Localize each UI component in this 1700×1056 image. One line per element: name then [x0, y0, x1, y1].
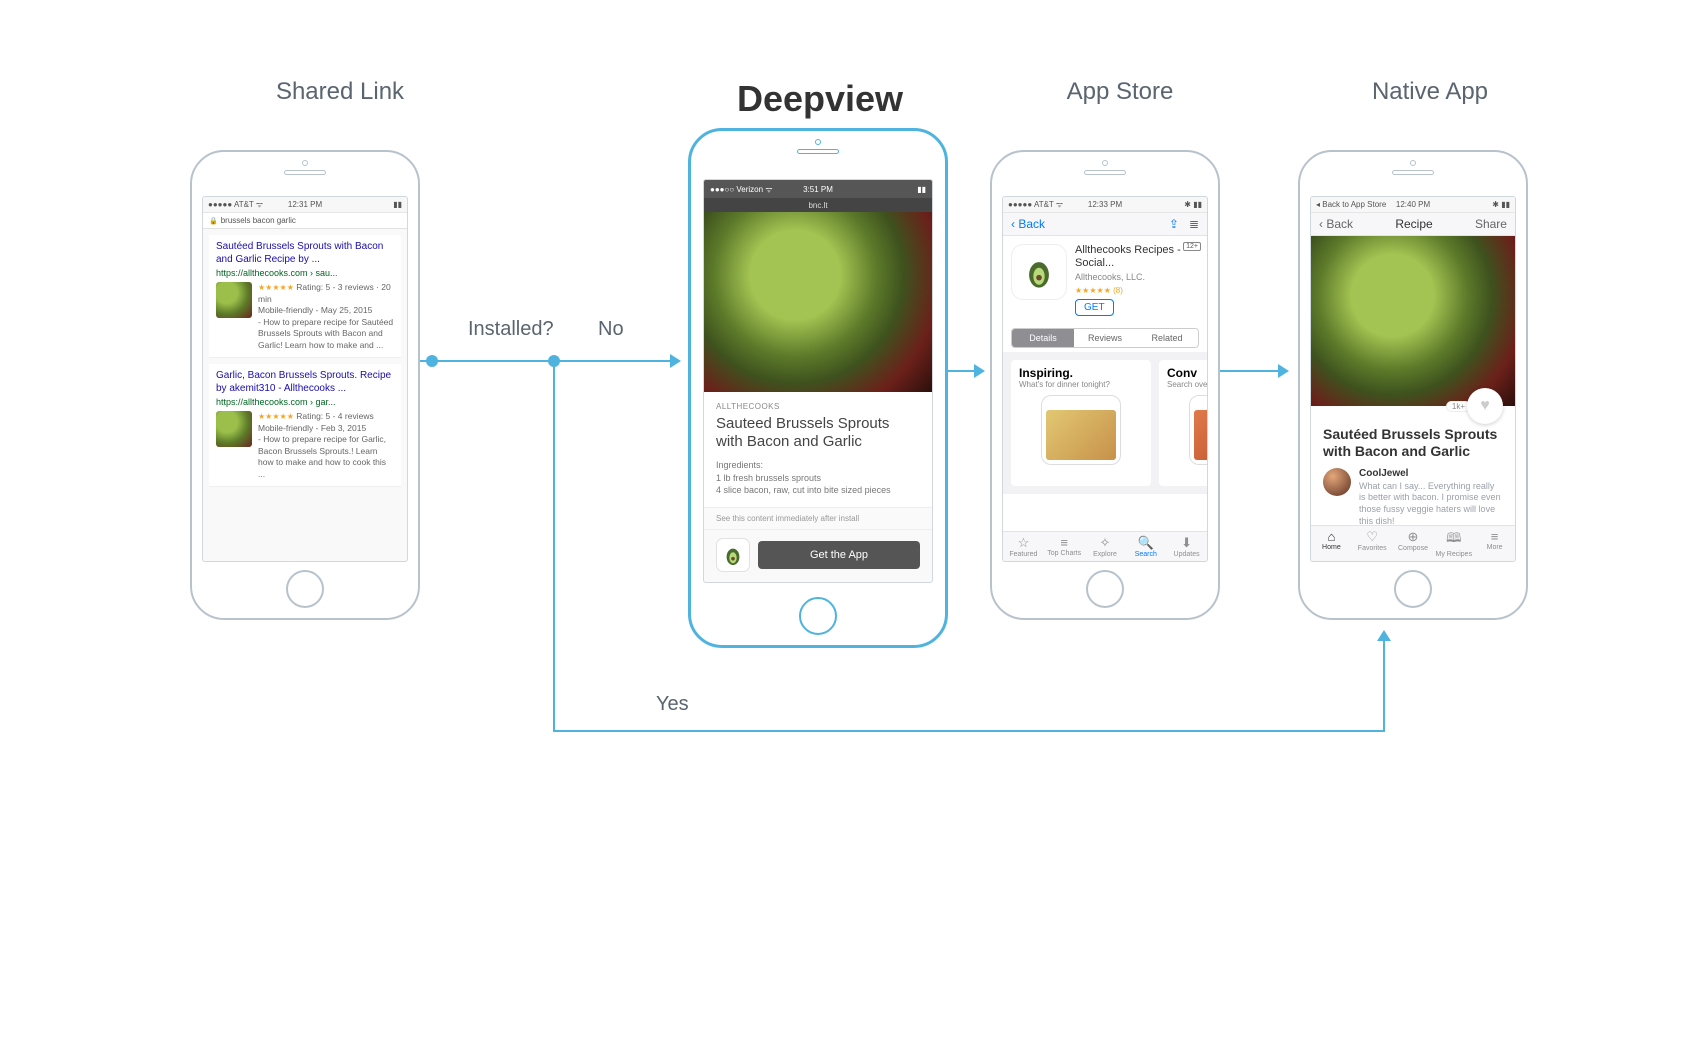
app-icon	[716, 538, 750, 572]
segment-reviews[interactable]: Reviews	[1074, 329, 1136, 347]
tab-home[interactable]: ⌂Home	[1311, 526, 1352, 561]
flow-line-yes-v2	[1383, 640, 1385, 732]
recipe-hero: 1k+ ♥	[1311, 236, 1515, 406]
age-badge: 12+	[1183, 242, 1201, 251]
app-icon	[1011, 244, 1067, 300]
promo-card: Inspiring. What's for dinner tonight?	[1011, 360, 1151, 486]
tab-updates[interactable]: ⬇Updates	[1166, 532, 1207, 561]
recipe-title: Sauteed Brussels Sprouts with Bacon and …	[716, 415, 920, 451]
segmented-control[interactable]: Details Reviews Related	[1011, 328, 1199, 348]
tab-my-recipes[interactable]: 🕮My Recipes	[1433, 526, 1474, 561]
status-bar: ◂ Back to App Store12:40 PM✱ ▮▮	[1311, 197, 1515, 213]
result-title: Garlic, Bacon Brussels Sprouts. Recipe b…	[216, 370, 394, 395]
flow-line-yes-h	[553, 730, 1385, 732]
comment-row: CoolJewel What can I say... Everything r…	[1311, 468, 1515, 528]
flow-diagram: Shared Link Deepview App Store Native Ap…	[130, 40, 1570, 890]
get-app-button[interactable]: Get the App	[758, 541, 920, 569]
phone-native-app: ◂ Back to App Store12:40 PM✱ ▮▮ ‹ Back R…	[1298, 150, 1528, 620]
comment-text: What can I say... Everything really is b…	[1359, 481, 1503, 528]
flow-node-start	[426, 355, 438, 367]
arrow-right-to-deepview	[670, 354, 681, 368]
flow-line-1	[420, 360, 672, 362]
address-bar[interactable]: 🔒brussels bacon garlic	[203, 213, 407, 229]
label-installed: Installed?	[468, 318, 554, 341]
flow-line-3	[1220, 370, 1282, 372]
share-button[interactable]: Share	[1475, 217, 1507, 231]
appstore-nav: ‹ Back ⇪ ≣	[1003, 213, 1207, 236]
install-hint: See this content immediately after insta…	[704, 507, 932, 530]
segment-details[interactable]: Details	[1012, 329, 1074, 347]
label-no: No	[598, 318, 624, 341]
lock-icon: 🔒	[209, 217, 218, 225]
phone-shared-link: ●●●●● AT&T ᯤ 12:31 PM ▮▮ 🔒brussels bacon…	[190, 150, 420, 620]
result-url: https://allthecooks.com › sau...	[216, 268, 394, 278]
status-bar: ●●●●● AT&T ᯤ12:33 PM✱ ▮▮	[1003, 197, 1207, 213]
star-icon: ★★★★★	[258, 283, 294, 292]
ingredient-line: 1 lb fresh brussels sprouts	[716, 472, 920, 485]
native-tabbar: ⌂Home ♡Favorites ⊕Compose 🕮My Recipes ≡M…	[1311, 525, 1515, 561]
nav-title: Recipe	[1395, 217, 1432, 231]
get-button[interactable]: GET	[1075, 299, 1114, 316]
label-yes: Yes	[656, 693, 689, 716]
search-result-1[interactable]: Sautéed Brussels Sprouts with Bacon and …	[209, 235, 401, 358]
phone-deepview: ●●●○○ Verizon ᯤ3:51 PM▮▮ bnc.lt ALLTHECO…	[688, 128, 948, 648]
tab-more[interactable]: ≡More	[1474, 526, 1515, 561]
back-button[interactable]: ‹ Back	[1319, 217, 1353, 231]
nav-bar: ‹ Back Recipe Share	[1311, 213, 1515, 236]
appstore-tabbar: ☆Featured ≡Top Charts ✧Explore 🔍Search ⬇…	[1003, 531, 1207, 561]
result-thumbnail	[216, 411, 252, 447]
label-shared-link: Shared Link	[220, 78, 460, 106]
url-bar: bnc.lt	[704, 198, 932, 212]
tab-search[interactable]: 🔍Search	[1125, 532, 1166, 561]
flow-line-yes-v1	[553, 361, 555, 731]
result-thumbnail	[216, 282, 252, 318]
label-app-store: App Store	[1000, 78, 1240, 106]
tab-top-charts[interactable]: ≡Top Charts	[1044, 532, 1085, 561]
result-title: Sautéed Brussels Sprouts with Bacon and …	[216, 241, 394, 266]
label-deepview: Deepview	[690, 78, 950, 120]
arrow-up-to-native	[1377, 630, 1391, 641]
hero-image	[704, 212, 932, 392]
back-button[interactable]: ‹ Back	[1011, 217, 1045, 231]
ingredients-heading: Ingredients:	[716, 459, 920, 472]
promo-card: Conv Search over 2	[1159, 360, 1207, 486]
tab-compose[interactable]: ⊕Compose	[1393, 526, 1434, 561]
app-rating: ★★★★★ (8)	[1075, 286, 1199, 295]
heart-icon[interactable]: ♥	[1467, 388, 1503, 424]
list-icon[interactable]: ≣	[1189, 217, 1199, 231]
promo-scroller[interactable]: Inspiring. What's for dinner tonight? Co…	[1003, 352, 1207, 494]
status-bar: ●●●●● AT&T ᯤ 12:31 PM ▮▮	[203, 197, 407, 213]
share-icon[interactable]: ⇪	[1169, 217, 1179, 231]
tab-featured[interactable]: ☆Featured	[1003, 532, 1044, 561]
status-bar: ●●●○○ Verizon ᯤ3:51 PM▮▮	[704, 180, 932, 198]
deepview-card: ALLTHECOOKS Sauteed Brussels Sprouts wit…	[704, 392, 932, 507]
commenter-name: CoolJewel	[1359, 468, 1503, 479]
brand-label: ALLTHECOOKS	[716, 402, 920, 411]
arrow-right-to-appstore	[974, 364, 985, 378]
arrow-right-to-native	[1278, 364, 1289, 378]
segment-related[interactable]: Related	[1136, 329, 1198, 347]
ingredient-line: 4 slice bacon, raw, cut into bite sized …	[716, 484, 920, 497]
app-name: Allthecooks Recipes - Social...	[1075, 244, 1199, 270]
phone-app-store: ●●●●● AT&T ᯤ12:33 PM✱ ▮▮ ‹ Back ⇪ ≣ Allt…	[990, 150, 1220, 620]
search-result-2[interactable]: Garlic, Bacon Brussels Sprouts. Recipe b…	[209, 364, 401, 487]
label-native-app: Native App	[1310, 78, 1550, 106]
tab-explore[interactable]: ✧Explore	[1085, 532, 1126, 561]
result-url: https://allthecooks.com › gar...	[216, 397, 394, 407]
star-icon: ★★★★★	[258, 412, 294, 421]
app-publisher: Allthecooks, LLC.	[1075, 272, 1199, 282]
avatar[interactable]	[1323, 468, 1351, 496]
tab-favorites[interactable]: ♡Favorites	[1352, 526, 1393, 561]
